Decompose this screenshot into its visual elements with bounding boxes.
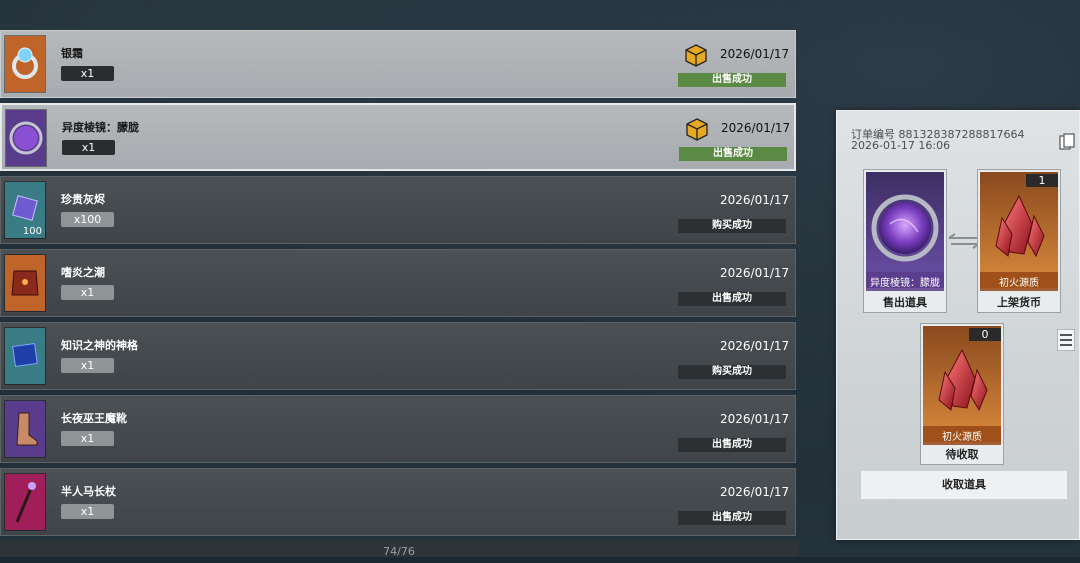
order-info: 订单编号 881328387288817664 2026-01-17 16:06 (851, 129, 1024, 151)
pending-item-card[interactable]: 0 初火源质 待收取 (920, 323, 1004, 465)
silverfrost-ring-icon (4, 35, 46, 93)
item-name: 银霜 (61, 47, 83, 60)
item-name: 珍贵灰烬 (61, 193, 105, 206)
status-badge: 出售成功 (678, 438, 786, 452)
transaction-date: 2026/01/17 (720, 47, 790, 61)
collect-items-button[interactable]: 收取道具 (861, 471, 1067, 499)
transaction-row[interactable]: 知识之神的神格 x1 2026/01/17 购买成功 (0, 322, 796, 390)
sold-item-caption: 售出道具 (883, 296, 927, 309)
staff-icon (4, 473, 46, 531)
pending-art-label: 初火源质 (923, 426, 1001, 445)
exchange-arrows-icon (948, 233, 980, 249)
status-badge: 出售成功 (678, 511, 786, 525)
item-name: 半人马长杖 (61, 485, 116, 498)
flame-armor-icon (4, 254, 46, 312)
item-quantity: x1 (62, 140, 115, 155)
divinity-tablet-icon (4, 327, 46, 385)
item-quantity: x1 (61, 66, 114, 81)
transaction-date: 2026/01/17 (720, 485, 790, 499)
currency-card[interactable]: 1 初火源质 上架货币 (977, 169, 1061, 313)
transaction-date: 2026/01/17 (720, 412, 790, 426)
transaction-date: 2026/01/17 (721, 121, 791, 135)
transaction-row[interactable]: 半人马长杖 x1 2026/01/17 出售成功 (0, 468, 796, 536)
transaction-row[interactable]: 银霜 x1 2026/01/17 出售成功 (0, 30, 796, 98)
first-fire-essence-icon (923, 326, 1001, 442)
purple-prism-orb-icon (5, 109, 47, 167)
currency-art-label: 初火源质 (980, 272, 1058, 291)
transaction-date: 2026/01/17 (720, 193, 790, 207)
precious-ash-cube-icon: 100 (4, 181, 46, 239)
item-quantity: x100 (61, 212, 114, 227)
transaction-row[interactable]: 嗜炎之潮 x1 2026/01/17 出售成功 (0, 249, 796, 317)
status-badge: 出售成功 (678, 292, 786, 306)
order-detail-panel: 订单编号 881328387288817664 2026-01-17 16:06… (836, 110, 1080, 540)
sold-item-art-label: 异度棱镜：朦胧 (866, 272, 944, 291)
first-fire-essence-icon (980, 172, 1058, 288)
item-quantity: x1 (61, 504, 114, 519)
copy-icon[interactable] (1059, 133, 1075, 151)
page-counter: 74/76 (0, 541, 798, 558)
transaction-date: 2026/01/17 (720, 266, 790, 280)
list-menu-icon[interactable] (1057, 329, 1075, 351)
transaction-row[interactable]: 长夜巫王魔靴 x1 2026/01/17 出售成功 (0, 395, 796, 463)
pending-caption: 待收取 (945, 448, 979, 461)
pending-count-badge: 0 (969, 328, 1001, 341)
item-name: 知识之神的神格 (61, 339, 138, 352)
item-quantity: x1 (61, 358, 114, 373)
item-quantity: x1 (61, 431, 114, 446)
item-quantity: x1 (61, 285, 114, 300)
status-badge: 购买成功 (678, 365, 786, 379)
purple-prism-orb-icon (866, 172, 944, 288)
transaction-date: 2026/01/17 (720, 339, 790, 353)
item-name: 异度棱镜：朦胧 (62, 121, 139, 134)
stack-count: 100 (22, 226, 42, 237)
item-name: 长夜巫王魔靴 (61, 412, 127, 425)
item-name: 嗜炎之潮 (61, 266, 105, 279)
status-badge: 出售成功 (679, 147, 787, 161)
order-time: 2026-01-17 16:06 (851, 139, 951, 152)
boots-icon (4, 400, 46, 458)
currency-caption: 上架货币 (997, 296, 1041, 309)
status-badge: 出售成功 (678, 73, 786, 87)
parcel-box-icon (685, 44, 707, 67)
parcel-box-icon (686, 118, 708, 141)
transaction-row[interactable]: 异度棱镜：朦胧 x1 2026/01/17 出售成功 (0, 103, 796, 171)
transaction-row[interactable]: 100 珍贵灰烬 x100 2026/01/17 购买成功 (0, 176, 796, 244)
status-badge: 购买成功 (678, 219, 786, 233)
currency-count-badge: 1 (1026, 174, 1058, 187)
sold-item-card[interactable]: 异度棱镜：朦胧 售出道具 (863, 169, 947, 313)
